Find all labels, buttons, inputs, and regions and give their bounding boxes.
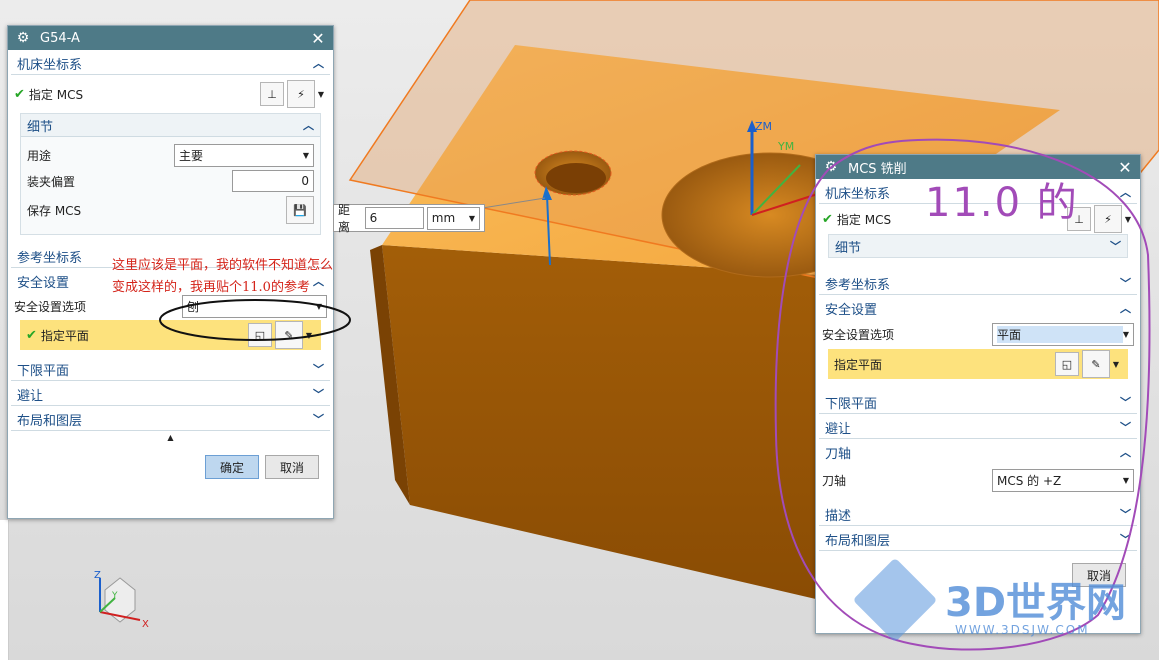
- left-resource-strip: [0, 520, 9, 660]
- chevron-down-icon: ﹀: [313, 363, 324, 376]
- dialog-buttons: 确定 取消: [8, 445, 333, 479]
- cube-logo-icon: [852, 557, 938, 643]
- svg-text:Z: Z: [94, 570, 101, 581]
- section-layout-label: 布局和图层: [17, 413, 83, 429]
- csys-dialog-button[interactable]: ⊥: [260, 82, 284, 106]
- csys-dropdown-arrow[interactable]: ▼: [315, 90, 327, 99]
- section-mcs-label: 机床坐标系: [17, 57, 83, 73]
- section-layout-layers[interactable]: 布局和图层 ﹀: [11, 408, 330, 431]
- check-icon: ✔: [26, 327, 37, 343]
- usage-label: 用途: [27, 148, 52, 163]
- specify-mcs-row: ✔ 指定 MCS ⊥ ⚡ ▼: [8, 77, 333, 111]
- chevron-up-icon: ︿: [313, 57, 324, 70]
- section-lower-limit[interactable]: 下限平面 ﹀: [11, 358, 330, 381]
- chevron-down-icon: ﹀: [313, 413, 324, 426]
- unit-value: mm: [431, 211, 456, 225]
- usage-select[interactable]: 主要 ▼: [174, 143, 314, 167]
- csys-tool-button[interactable]: ⚡: [287, 80, 315, 108]
- gear-icon: ⚙: [16, 30, 30, 46]
- section-details[interactable]: 细节 ︿: [21, 114, 320, 137]
- fixture-offset-input[interactable]: 0: [232, 170, 314, 192]
- chevron-down-icon: ▼: [468, 213, 475, 223]
- check-icon: ✔: [14, 86, 25, 102]
- distance-input[interactable]: 6: [364, 207, 424, 229]
- chevron-up-icon: ︿: [303, 119, 314, 132]
- save-icon[interactable]: 💾: [286, 196, 314, 224]
- distance-popup: 距离 6 mm ▼: [333, 203, 485, 234]
- dialog-title: G54-A: [40, 30, 80, 46]
- section-avoid-label: 避让: [17, 388, 44, 404]
- g54-title-bar[interactable]: ⚙ G54-A ✕: [8, 26, 333, 50]
- specify-mcs-label: 指定 MCS: [28, 87, 84, 102]
- details-group: 细节 ︿ 用途 主要 ▼ 装夹偏置 0 保存 MCS 💾: [20, 113, 321, 235]
- handwritten-note: 11.0 的: [925, 180, 1079, 226]
- unit-select[interactable]: mm ▼: [426, 206, 480, 230]
- zm-label: ZM: [755, 120, 772, 133]
- section-lower-label: 下限平面: [17, 363, 70, 379]
- usage-value: 主要: [179, 148, 204, 163]
- chevron-down-icon: ▼: [302, 150, 309, 160]
- cancel-button[interactable]: 取消: [265, 455, 319, 479]
- svg-text:X: X: [142, 619, 149, 630]
- svg-text:Y: Y: [111, 591, 118, 601]
- watermark-url: WWW.3DSJW.COM: [955, 623, 1090, 637]
- save-mcs-label: 保存 MCS: [27, 203, 82, 218]
- section-mcs[interactable]: 机床坐标系 ︿: [11, 52, 330, 75]
- collapse-toggle[interactable]: ▲: [8, 431, 333, 445]
- close-icon[interactable]: ✕: [309, 29, 327, 48]
- watermark: 3D世界网 WWW.3DSJW.COM: [852, 555, 1155, 655]
- black-circle-marker: [159, 299, 351, 341]
- watermark-text: 3D世界网: [945, 580, 1127, 626]
- annotation-line-1: 这里应该是平面，我的软件不知道怎么: [112, 258, 334, 273]
- fixture-offset-label: 装夹偏置: [27, 174, 76, 189]
- section-avoidance[interactable]: 避让 ﹀: [11, 383, 330, 406]
- view-triad: Z Y X: [94, 570, 149, 630]
- distance-label: 距离: [338, 203, 351, 234]
- chevron-down-icon: ﹀: [313, 388, 324, 401]
- section-details-label: 细节: [27, 119, 54, 135]
- ok-button[interactable]: 确定: [205, 455, 259, 479]
- part-front-face[interactable]: [382, 245, 820, 600]
